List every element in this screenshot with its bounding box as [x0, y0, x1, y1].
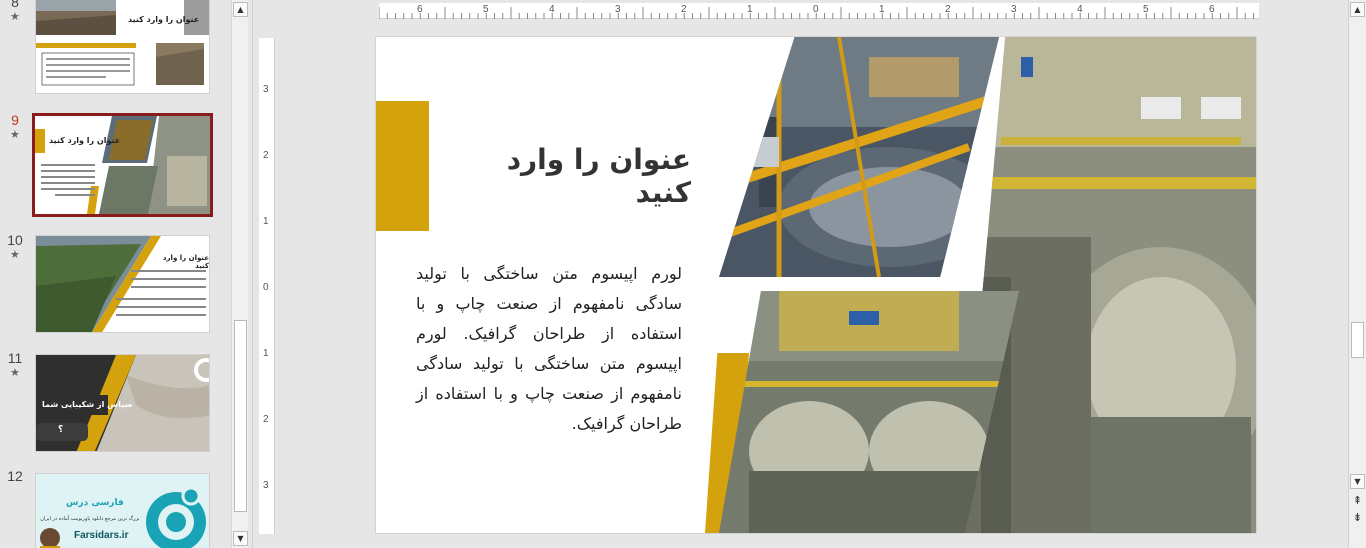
accent-bar — [376, 101, 429, 231]
slide-editor: 6 5 4 3 2 1 0 1 2 3 4 5 6 3 2 1 0 1 2 3 … — [252, 0, 1348, 548]
ruler-number: 1 — [747, 4, 753, 15]
ruler-number: 3 — [1011, 4, 1017, 15]
ruler-number: 5 — [483, 4, 489, 15]
scrollbar-thumb[interactable] — [1351, 322, 1364, 358]
thumbnail-number-8: 8 — [11, 0, 19, 10]
scroll-down-icon[interactable]: ▼ — [233, 531, 248, 546]
previous-slide-icon[interactable]: ⇞ — [1350, 493, 1365, 508]
slide-body-text[interactable]: لورم اپیسوم متن ساختگی با تولید سادگی نا… — [416, 259, 682, 439]
ruler-number: 6 — [417, 4, 423, 15]
thumbnail-slide-9[interactable]: عنوان را وارد کنید — [32, 113, 213, 217]
ruler-number: 3 — [615, 4, 621, 15]
thumbnail-tagline: بزرگ ترین مرجع دانلود پاورپوینت آماده در… — [40, 516, 140, 522]
thumbnail-title: عنوان را وارد کنید — [162, 254, 209, 270]
ruler-number: 1 — [263, 348, 269, 359]
ruler-number: 4 — [1077, 4, 1083, 15]
ruler-number: 2 — [681, 4, 687, 15]
thumbnail-slide-10[interactable]: عنوان را وارد کنید — [35, 235, 210, 333]
thumbnail-slide-12[interactable]: فارسی درس بزرگ ترین مرجع دانلود پاورپوین… — [35, 473, 210, 548]
thumbnail-site: Farsidars.ir — [74, 530, 129, 541]
slide-thumbnail-pane: 8 ★ عنوان را وارد کنید 9 ★ عنوان را وارد… — [0, 0, 230, 548]
thumbnail-slide-8[interactable]: عنوان را وارد کنید — [35, 0, 210, 94]
ruler-number: 2 — [263, 414, 269, 425]
vertical-ruler: 3 2 1 0 1 2 3 — [259, 38, 275, 534]
scroll-up-icon[interactable]: ▲ — [1350, 2, 1365, 17]
ruler-number: 1 — [263, 216, 269, 227]
thumbnail-number-11: 11 — [7, 350, 23, 366]
ruler-number: 0 — [263, 282, 269, 293]
thumbnail-title: سپاس از شکیبایی شما — [42, 400, 133, 409]
scrollbar-thumb[interactable] — [234, 320, 247, 512]
next-slide-icon[interactable]: ⇟ — [1350, 510, 1365, 525]
transition-star-icon: ★ — [10, 128, 20, 141]
photo-mill-right[interactable] — [961, 37, 1256, 533]
ruler-number: 6 — [1209, 4, 1215, 15]
ruler-number: 5 — [1143, 4, 1149, 15]
scroll-down-icon[interactable]: ▼ — [1350, 474, 1365, 489]
scroll-up-icon[interactable]: ▲ — [233, 2, 248, 17]
ruler-number: 3 — [263, 480, 269, 491]
transition-star-icon: ★ — [10, 248, 20, 261]
transition-star-icon: ★ — [10, 10, 20, 23]
thumbnail-brand: فارسی درس — [66, 498, 124, 508]
photo-mill-top[interactable] — [719, 37, 999, 277]
thumbnail-number-10: 10 — [7, 232, 23, 248]
thumbnail-title: عنوان را وارد کنید — [49, 136, 121, 145]
thumbnail-subtitle: ؟ — [58, 425, 64, 435]
horizontal-ruler: 6 5 4 3 2 1 0 1 2 3 4 5 6 — [379, 3, 1259, 19]
ruler-number: 4 — [549, 4, 555, 15]
ruler-number: 1 — [879, 4, 885, 15]
transition-star-icon: ★ — [10, 366, 20, 379]
ruler-number: 2 — [945, 4, 951, 15]
ruler-number: 0 — [813, 4, 819, 15]
ruler-number: 2 — [263, 150, 269, 161]
powerpoint-window: 8 ★ عنوان را وارد کنید 9 ★ عنوان را وارد… — [0, 0, 1366, 548]
slide-canvas[interactable]: عنوان را وارد کنید لورم اپیسوم متن ساختگ… — [376, 37, 1256, 533]
thumbnail-slide-11[interactable]: سپاس از شکیبایی شما ؟ — [35, 354, 210, 452]
thumbnail-scrollbar[interactable]: ▲ ▼ — [231, 0, 248, 548]
slide-title[interactable]: عنوان را وارد کنید — [446, 143, 691, 209]
thumbnail-number-12: 12 — [7, 468, 23, 484]
slide-scrollbar[interactable]: ▲ ▼ ⇞ ⇟ — [1348, 0, 1366, 548]
thumbnail-title: عنوان را وارد کنید — [128, 15, 200, 24]
ruler-number: 3 — [263, 84, 269, 95]
thumbnail-number-9: 9 — [11, 112, 19, 128]
